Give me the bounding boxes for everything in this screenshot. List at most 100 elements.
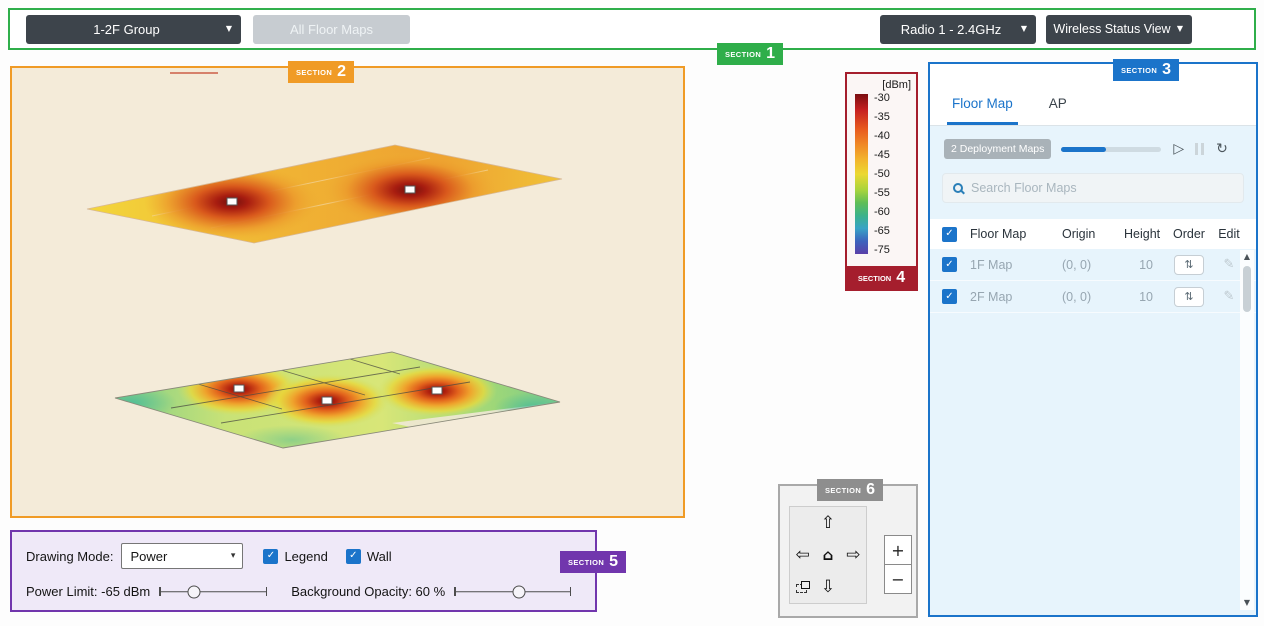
map-scale-mark (170, 72, 218, 74)
section-1-badge-word: SECTION (725, 50, 761, 59)
floor-map-height: 10 (1124, 290, 1164, 304)
map-navigation-panel: ⇧ ⇦ ⌂ ⇨ ⇩ + − (778, 484, 918, 618)
col-origin: Origin (1062, 227, 1124, 241)
scroll-down-icon[interactable]: ▼ (1244, 599, 1250, 607)
section-3-badge-number: 3 (1162, 63, 1171, 77)
row-checkbox[interactable]: ✓ (942, 289, 957, 304)
fit-view-icon (796, 581, 810, 593)
play-button[interactable]: ▷ (1173, 142, 1184, 156)
search-input[interactable] (971, 181, 1233, 195)
check-icon: ✓ (945, 260, 953, 270)
drawing-mode-select[interactable]: Power ▾ (121, 543, 243, 569)
legend-ticks: -30 -35 -40 -45 -50 -55 -60 -65 -75 (874, 92, 890, 256)
power-limit-slider[interactable] (159, 584, 267, 599)
section-5-badge-word: SECTION (568, 558, 604, 567)
power-limit-slider-thumb[interactable] (187, 585, 200, 598)
drawing-mode-value: Power (130, 549, 167, 564)
view-mode-dropdown[interactable]: Wireless Status View ▼ (1046, 15, 1192, 44)
order-button[interactable]: ⇅ (1174, 287, 1204, 307)
wireless-heatmap-canvas[interactable] (12, 68, 683, 516)
background-opacity-label: Background Opacity: 60 % (291, 584, 445, 599)
zoom-controls: + − (884, 535, 912, 594)
floor-map-list: ✓ 1F Map (0, 0) 10 ⇅ ✎ ✓ 2F Map (0, 0) 1… (930, 249, 1256, 615)
wall-checkbox[interactable]: ✓ (346, 549, 361, 564)
map-viewport (10, 66, 685, 518)
ap-marker (227, 198, 237, 205)
table-row[interactable]: ✓ 1F Map (0, 0) 10 ⇅ ✎ (930, 249, 1256, 281)
legend-tick: -30 (874, 92, 890, 104)
legend-unit-label: [dBm] (847, 74, 916, 94)
pan-left-button[interactable]: ⇦ (790, 539, 815, 571)
section-6-badge-number: 6 (866, 483, 875, 497)
background-opacity-slider-thumb[interactable] (512, 585, 525, 598)
scroll-thumb[interactable] (1243, 266, 1251, 312)
section-2-badge-word: SECTION (296, 68, 332, 77)
dpad-spacer (841, 507, 866, 539)
table-row[interactable]: ✓ 2F Map (0, 0) 10 ⇅ ✎ (930, 281, 1256, 313)
check-icon: ✓ (945, 292, 953, 302)
floor-map-panel: Floor Map AP 2 Deployment Maps ▷ ↻ ✓ Flo… (928, 62, 1258, 617)
section-6-badge-word: SECTION (825, 486, 861, 495)
zoom-out-button[interactable]: − (884, 564, 912, 594)
legend-tick: -55 (874, 187, 890, 199)
floor-map-origin: (0, 0) (1062, 290, 1124, 304)
floor-map-search (942, 173, 1244, 203)
pan-dpad: ⇧ ⇦ ⌂ ⇨ ⇩ (789, 506, 867, 604)
section-3-badge: SECTION 3 (1113, 59, 1179, 81)
legend-checkbox[interactable]: ✓ (263, 549, 278, 564)
radio-dropdown[interactable]: Radio 1 - 2.4GHz ▼ (880, 15, 1036, 44)
slider-end-tick (570, 587, 572, 596)
section-5-badge-number: 5 (609, 555, 618, 569)
pan-up-button[interactable]: ⇧ (815, 507, 840, 539)
scroll-up-icon[interactable]: ▲ (1244, 253, 1250, 261)
section-4-badge-number: 4 (896, 271, 905, 285)
order-button[interactable]: ⇅ (1174, 255, 1204, 275)
group-dropdown[interactable]: 1-2F Group ▼ (26, 15, 241, 44)
floor-map-height: 10 (1124, 258, 1164, 272)
col-order: Order (1164, 227, 1214, 241)
section-2-badge: SECTION 2 (288, 61, 354, 83)
slider-end-tick (159, 587, 161, 596)
list-scrollbar[interactable]: ▲ ▼ (1240, 250, 1254, 610)
all-floor-maps-button[interactable]: All Floor Maps (253, 15, 410, 44)
section-2-badge-number: 2 (337, 65, 346, 79)
ap-marker (432, 387, 442, 394)
wall-checkbox-label: Wall (367, 549, 392, 564)
section-3-badge-word: SECTION (1121, 66, 1157, 75)
home-button[interactable]: ⌂ (815, 539, 840, 571)
pan-right-button[interactable]: ⇨ (841, 539, 866, 571)
pan-down-button[interactable]: ⇩ (815, 571, 840, 603)
deployment-maps-badge: 2 Deployment Maps (944, 139, 1051, 159)
legend-tick: -50 (874, 168, 890, 180)
legend-tick: -60 (874, 206, 890, 218)
ap-marker (322, 397, 332, 404)
legend-tick: -35 (874, 111, 890, 123)
check-icon: ✓ (267, 551, 275, 561)
deployment-controls: 2 Deployment Maps ▷ ↻ (930, 126, 1256, 159)
search-icon (953, 183, 963, 193)
row-checkbox[interactable]: ✓ (942, 257, 957, 272)
check-icon: ✓ (945, 229, 953, 239)
col-edit: Edit (1214, 227, 1244, 241)
tab-floor-map[interactable]: Floor Map (952, 96, 1013, 125)
table-header: ✓ Floor Map Origin Height Order Edit (930, 219, 1256, 249)
deployment-progress-fill (1061, 147, 1106, 152)
col-height: Height (1124, 227, 1164, 241)
chevron-down-icon: ▼ (226, 25, 232, 33)
signal-legend: [dBm] -30 -35 -40 -45 -50 -55 -60 -65 -7… (845, 72, 918, 291)
refresh-button[interactable]: ↻ (1216, 142, 1228, 156)
section-5-badge: SECTION 5 (560, 551, 626, 573)
slider-end-tick (266, 587, 268, 596)
floor-map-name: 1F Map (970, 258, 1062, 272)
select-all-checkbox[interactable]: ✓ (942, 227, 957, 242)
fit-view-button[interactable] (790, 571, 815, 603)
zoom-in-button[interactable]: + (884, 535, 912, 565)
ap-marker (234, 385, 244, 392)
check-icon: ✓ (349, 551, 357, 561)
floor-map-origin: (0, 0) (1062, 258, 1124, 272)
tab-ap[interactable]: AP (1049, 96, 1067, 125)
background-opacity-slider[interactable] (454, 584, 571, 599)
deployment-progress-slider[interactable] (1061, 147, 1161, 152)
pause-button[interactable] (1195, 143, 1204, 155)
section-4-badge: SECTION 4 (845, 266, 918, 291)
